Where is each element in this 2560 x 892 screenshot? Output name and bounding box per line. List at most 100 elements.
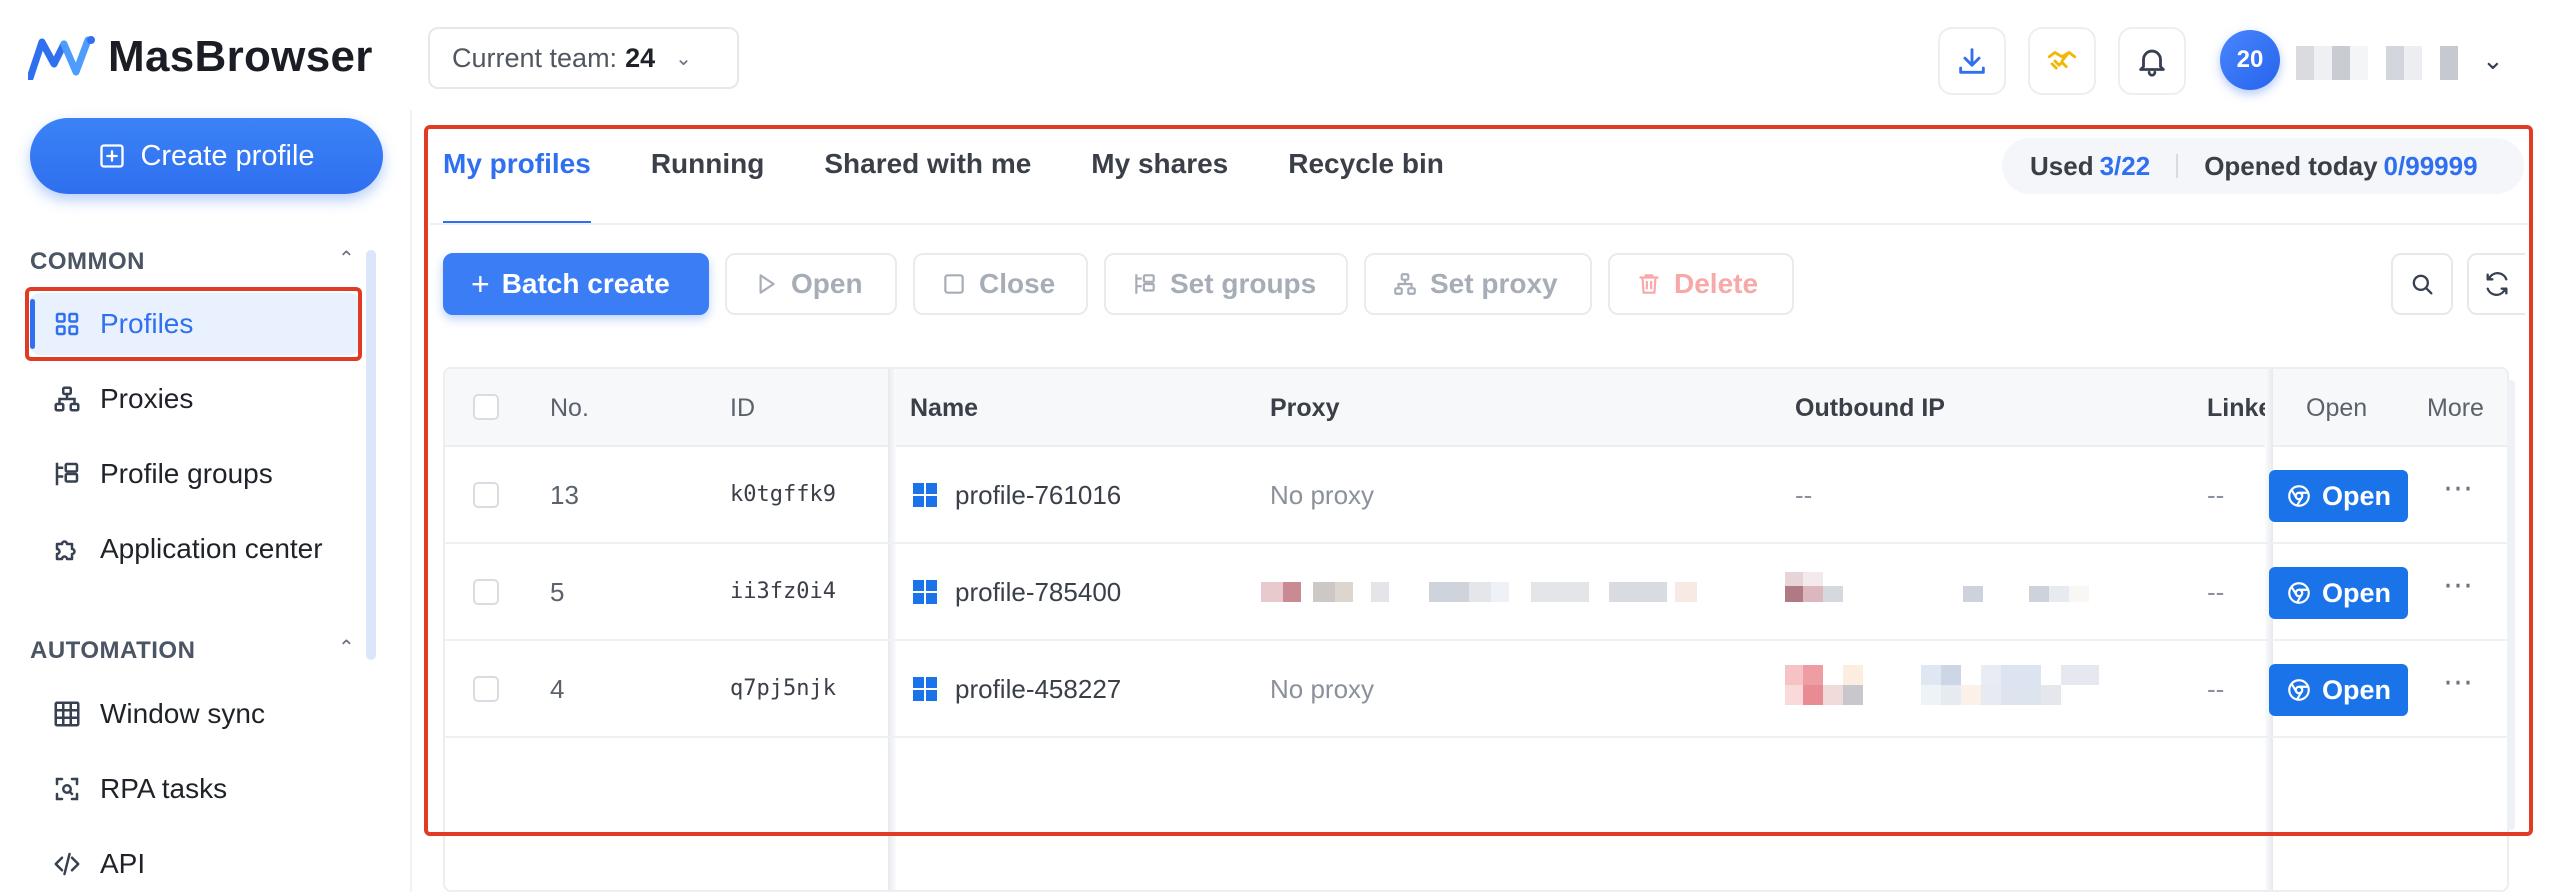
row-no: 4 <box>550 674 565 704</box>
sidebar-item-label: Proxies <box>100 383 194 414</box>
table-row[interactable]: 4 q7pj5njk profile-458227 No proxy -- Op… <box>445 641 2507 738</box>
grid-icon <box>55 312 79 336</box>
row-proxy: No proxy <box>1270 480 1375 510</box>
windows-icon <box>913 580 937 604</box>
groups-icon <box>1135 274 1155 294</box>
tabs-divider <box>430 223 2530 225</box>
row-id: q7pj5njk <box>730 676 836 701</box>
chevron-down-icon: ⌄ <box>675 47 692 70</box>
select-all-checkbox[interactable] <box>473 394 499 420</box>
collapse-automation-chevron-icon[interactable]: ⌃ <box>338 635 355 660</box>
set-groups-label: Set groups <box>1170 268 1317 299</box>
header-proxy[interactable]: Proxy <box>1270 394 1339 423</box>
team-value: 24 <box>625 42 656 73</box>
batch-create-button[interactable]: + Batch create <box>443 253 709 315</box>
download-icon <box>1959 48 1985 74</box>
row-checkbox[interactable] <box>473 482 499 508</box>
close-label: Close <box>979 268 1056 299</box>
collapse-common-chevron-icon[interactable]: ⌃ <box>338 246 355 271</box>
search-button[interactable] <box>2391 253 2453 315</box>
groups-icon <box>55 462 79 486</box>
header-linked[interactable]: Linke <box>2207 394 2267 423</box>
header-more: More <box>2427 394 2484 422</box>
sidebar-item-window-sync[interactable]: Window sync <box>30 683 360 745</box>
windows-icon <box>913 483 937 507</box>
delete-label: Delete <box>1674 268 1759 299</box>
network-icon <box>54 386 80 412</box>
used-label: Used <box>2030 150 2094 181</box>
code-icon <box>54 852 80 876</box>
sidebar-item-profiles[interactable]: Profiles <box>30 293 360 355</box>
set-groups-button[interactable]: Set groups <box>1104 253 1348 315</box>
open-selected-button[interactable]: Open <box>725 253 897 315</box>
sidebar-item-rpa-tasks[interactable]: RPA tasks <box>30 758 360 820</box>
account-menu-chevron-icon[interactable]: ⌄ <box>2482 45 2504 76</box>
row-proxy: No proxy <box>1270 674 1375 704</box>
download-button[interactable] <box>1938 27 2006 95</box>
row-no: 5 <box>550 577 565 607</box>
header-no[interactable]: No. <box>550 394 589 423</box>
row-linked: -- <box>2207 480 2225 510</box>
browser-open-icon <box>2288 679 2310 701</box>
header-outbound-ip[interactable]: Outbound IP <box>1795 394 1945 423</box>
profile-tabs: My profiles Running Shared with me My sh… <box>443 140 1504 224</box>
row-checkbox[interactable] <box>473 579 499 605</box>
scan-icon <box>55 777 79 801</box>
row-name[interactable]: profile-458227 <box>955 674 1121 705</box>
sidebar-item-application-center[interactable]: Application center <box>30 518 360 580</box>
row-id: ii3fz0i4 <box>730 579 836 604</box>
refresh-button[interactable] <box>2467 253 2525 315</box>
sidebar-item-label: Window sync <box>100 698 265 729</box>
sidebar-item-api[interactable]: API <box>30 833 360 892</box>
play-icon <box>759 274 775 294</box>
team-selector[interactable]: Current team: 24 ⌄ <box>428 27 739 89</box>
sidebar-scrollbar[interactable] <box>366 250 376 660</box>
browser-open-icon <box>2288 485 2310 507</box>
network-icon <box>1394 273 1416 295</box>
avatar[interactable]: 20 <box>2220 30 2280 90</box>
tab-shared-with-me[interactable]: Shared with me <box>824 140 1061 224</box>
open-profile-button[interactable]: Open <box>2269 664 2408 716</box>
refresh-icon <box>2486 272 2508 296</box>
more-actions-icon[interactable]: ⋯ <box>2443 568 2473 603</box>
row-name[interactable]: profile-785400 <box>955 577 1121 608</box>
delete-button[interactable]: Delete <box>1608 253 1794 315</box>
create-profile-label: Create profile <box>140 139 315 172</box>
table-row[interactable]: 5 ii3fz0i4 profile-785400 -- Open ⋯ <box>445 544 2507 641</box>
row-checkbox[interactable] <box>473 676 499 702</box>
sidebar-item-proxies[interactable]: Proxies <box>30 368 360 430</box>
promo-button[interactable] <box>2028 27 2096 95</box>
header-id[interactable]: ID <box>730 394 755 423</box>
row-outbound-ip: -- <box>1795 480 1813 510</box>
sidebar-item-label: RPA tasks <box>100 773 228 804</box>
opened-today-value: 0/99999 <box>2383 150 2478 181</box>
header-open: Open <box>2306 394 2368 422</box>
stop-square-icon <box>944 274 964 294</box>
create-profile-button[interactable]: Create profile <box>30 118 383 194</box>
table-scrollbar[interactable] <box>2507 380 2515 830</box>
sidebar-item-profile-groups[interactable]: Profile groups <box>30 443 360 505</box>
sidebar-divider <box>410 110 412 892</box>
more-actions-icon[interactable]: ⋯ <box>2443 471 2473 506</box>
row-name[interactable]: profile-761016 <box>955 480 1121 511</box>
batch-create-label: Batch create <box>501 268 670 299</box>
tab-my-profiles[interactable]: My profiles <box>443 140 621 224</box>
row-id: k0tgffk9 <box>730 482 836 507</box>
table-header: No. ID Name Proxy Outbound IP Linke Open… <box>445 369 2507 447</box>
header-name[interactable]: Name <box>910 394 978 423</box>
set-proxy-button[interactable]: Set proxy <box>1364 253 1592 315</box>
close-selected-button[interactable]: Close <box>913 253 1088 315</box>
plus-square-icon <box>100 144 125 168</box>
tab-recycle-bin[interactable]: Recycle bin <box>1288 140 1474 224</box>
brand-name: MasBrowser <box>108 32 373 81</box>
table-row[interactable]: 13 k0tgffk9 profile-761016 No proxy -- -… <box>445 447 2507 544</box>
handshake-icon <box>2047 51 2077 70</box>
open-profile-button[interactable]: Open <box>2269 567 2408 619</box>
tab-my-shares[interactable]: My shares <box>1091 140 1258 224</box>
tab-running[interactable]: Running <box>651 140 795 224</box>
trash-icon <box>1639 274 1659 294</box>
notifications-button[interactable] <box>2118 27 2186 95</box>
open-profile-button[interactable]: Open <box>2269 470 2408 522</box>
more-actions-icon[interactable]: ⋯ <box>2443 665 2473 700</box>
open-label: Open <box>791 268 863 299</box>
